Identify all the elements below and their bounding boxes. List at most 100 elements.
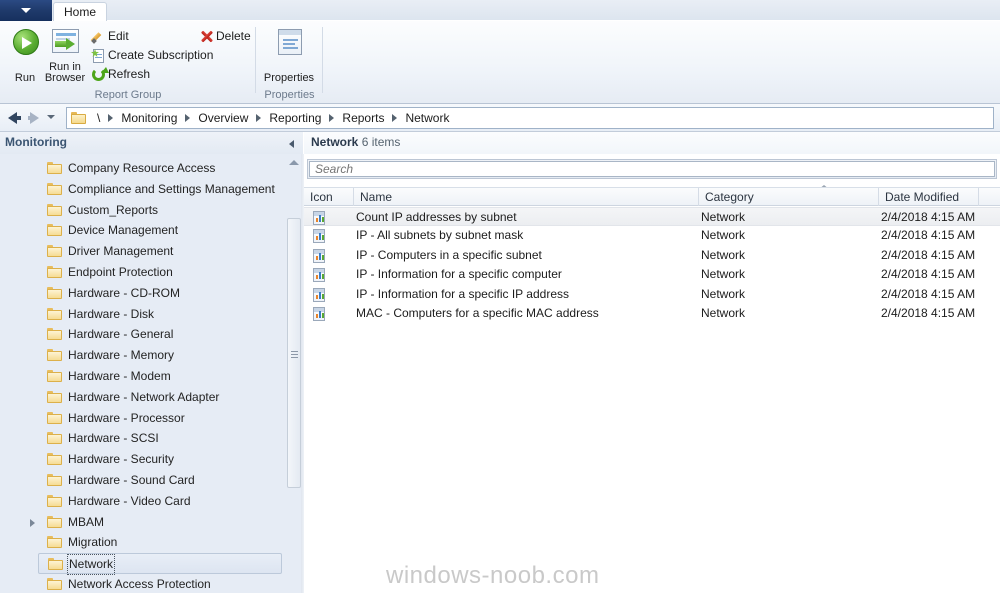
- tree-item-label: Network Access Protection: [68, 577, 211, 591]
- right-pane-title: Network 6 items: [311, 135, 400, 149]
- tree-item[interactable]: Endpoint Protection: [38, 262, 282, 283]
- right-pane-item-count: 6 items: [361, 135, 401, 149]
- tree-item-label: Hardware - Network Adapter: [68, 389, 220, 404]
- folder-icon: [47, 494, 62, 507]
- tree-item[interactable]: Hardware - CD-ROM: [38, 283, 282, 304]
- cell-date-modified: 2/4/2018 4:15 AM: [881, 306, 976, 320]
- ribbon: Run Run in Browser Edit Create Subscript…: [0, 21, 1000, 104]
- table-row[interactable]: Count IP addresses by subnet Network 2/4/2…: [304, 207, 1000, 226]
- run-button[interactable]: Run: [4, 25, 46, 87]
- tree-item[interactable]: Migration: [38, 532, 282, 553]
- column-header[interactable]: Icon: [304, 188, 354, 206]
- column-header[interactable]: Name: [354, 188, 699, 206]
- app-menu-button[interactable]: [0, 0, 52, 21]
- tree-item-label: Hardware - Memory: [68, 348, 175, 363]
- table-row[interactable]: IP - All subnets by subnet mask Network 2/…: [304, 226, 1000, 245]
- delete-button[interactable]: Delete: [196, 26, 252, 45]
- tree-item-label: Hardware - Security: [68, 452, 175, 467]
- tree-item[interactable]: Hardware - Sound Card: [38, 470, 282, 491]
- report-icon: [313, 307, 325, 321]
- chevron-right-icon[interactable]: [256, 114, 262, 122]
- subscription-icon: [91, 49, 105, 63]
- column-header[interactable]: Date Modified: [879, 188, 979, 206]
- tree-item[interactable]: Hardware - General: [38, 324, 282, 345]
- tree-item[interactable]: Hardware - Video Card: [38, 491, 282, 512]
- expand-arrow-icon[interactable]: [30, 518, 35, 527]
- tree-item[interactable]: Network Access Protection: [38, 574, 282, 593]
- navigation-tree[interactable]: Company Resource Access Compliance and Se…: [0, 154, 303, 593]
- refresh-icon: [92, 67, 109, 81]
- properties-button[interactable]: Properties: [264, 25, 314, 87]
- scrollbar-grip-icon: [291, 351, 298, 358]
- tree-item[interactable]: Device Management: [38, 220, 282, 241]
- chevron-left-icon[interactable]: [289, 140, 294, 148]
- breadcrumb[interactable]: \ Monitoring Overview Reporting Reports …: [66, 107, 994, 129]
- cell-date-modified: 2/4/2018 4:15 AM: [881, 247, 976, 262]
- table-row[interactable]: IP - Computers in a specific subnet Netwo…: [304, 246, 1000, 265]
- run-in-browser-button[interactable]: Run in Browser: [44, 25, 86, 87]
- forward-button[interactable]: [27, 108, 47, 128]
- folder-icon: [47, 370, 62, 382]
- folder-icon: [47, 536, 62, 549]
- arrow-left-icon: [8, 112, 21, 124]
- breadcrumb-item-root[interactable]: \: [92, 109, 105, 127]
- tree-item-label: Hardware - Disk: [68, 306, 155, 321]
- tree-item-label: Hardware - Processor: [68, 410, 185, 425]
- table-row[interactable]: MAC - Computers for a specific MAC addre…: [304, 304, 1000, 323]
- application-window: Home Run Run in Browser Edit Create Subs…: [0, 0, 1000, 593]
- tree-item[interactable]: Custom_Reports: [38, 200, 282, 221]
- tree-item-label: Migration: [68, 535, 118, 550]
- triangle-up-icon[interactable]: [289, 160, 299, 165]
- tree-item[interactable]: Hardware - Memory: [38, 345, 282, 366]
- column-header[interactable]: Category: [699, 188, 879, 206]
- folder-icon: [47, 182, 62, 195]
- tree-item[interactable]: Company Resource Access: [38, 158, 282, 179]
- tree-item[interactable]: Driver Management: [38, 241, 282, 262]
- tree-item-label: Hardware - CD-ROM: [68, 285, 181, 300]
- list-column-headers: Icon Name Category Date Modified: [304, 187, 1000, 206]
- refresh-button-label: Refresh: [108, 67, 151, 81]
- breadcrumb-item-network[interactable]: Network: [400, 109, 454, 127]
- tree-item-label: MBAM: [68, 514, 104, 529]
- refresh-button[interactable]: Refresh: [88, 64, 151, 83]
- folder-icon: [47, 203, 62, 216]
- create-subscription-button[interactable]: Create Subscription: [88, 45, 214, 64]
- tree-scrollbar[interactable]: [287, 218, 301, 488]
- tree-item[interactable]: Compliance and Settings Management: [38, 179, 282, 200]
- chevron-right-icon[interactable]: [392, 114, 398, 122]
- tree-item[interactable]: Hardware - Network Adapter: [38, 387, 282, 408]
- table-row[interactable]: IP - Information for a specific computer…: [304, 265, 1000, 284]
- chevron-right-icon[interactable]: [185, 114, 191, 122]
- search-input[interactable]: [309, 161, 995, 177]
- chevron-right-icon[interactable]: [329, 114, 335, 122]
- history-dropdown-button[interactable]: [47, 115, 55, 119]
- tree-item[interactable]: Hardware - Processor: [38, 408, 282, 429]
- tree-item-label: Hardware - SCSI: [68, 431, 159, 446]
- tree-item[interactable]: MBAM: [30, 512, 282, 533]
- tree-item-label: Device Management: [68, 223, 179, 238]
- title-tab-strip: Home: [0, 0, 1000, 21]
- folder-icon: [48, 558, 63, 571]
- folder-icon: [47, 578, 62, 590]
- cell-category: Network: [701, 228, 746, 243]
- edit-button[interactable]: Edit: [88, 26, 130, 45]
- breadcrumb-item-reporting[interactable]: Reporting: [264, 109, 326, 127]
- breadcrumb-item-monitoring[interactable]: Monitoring: [116, 109, 182, 127]
- tab-home[interactable]: Home: [53, 2, 107, 21]
- create-subscription-button-label: Create Subscription: [108, 48, 214, 62]
- report-icon: [313, 229, 325, 244]
- chevron-right-icon[interactable]: [108, 114, 114, 122]
- tree-item[interactable]: Hardware - Security: [38, 449, 282, 470]
- breadcrumb-item-reports[interactable]: Reports: [337, 109, 389, 127]
- tree-item[interactable]: Hardware - Disk: [38, 304, 282, 325]
- back-button[interactable]: [5, 108, 25, 128]
- column-header[interactable]: [979, 188, 1000, 206]
- tree-item[interactable]: Network: [38, 553, 282, 576]
- tree-item-label: Endpoint Protection: [68, 265, 173, 279]
- search-bar: [307, 159, 997, 179]
- report-icon: [313, 248, 325, 263]
- tree-item[interactable]: Hardware - Modem: [38, 366, 282, 387]
- table-row[interactable]: IP - Information for a specific IP addre…: [304, 285, 1000, 304]
- tree-item[interactable]: Hardware - SCSI: [38, 428, 282, 449]
- breadcrumb-item-overview[interactable]: Overview: [193, 109, 253, 127]
